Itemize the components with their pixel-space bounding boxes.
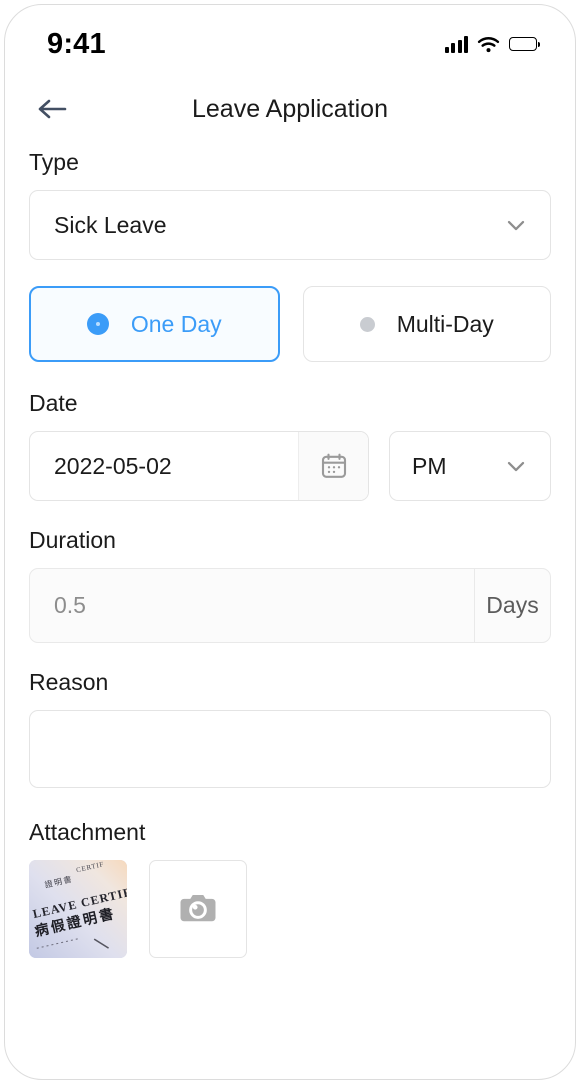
duration-input[interactable]: 0.5 Days	[29, 568, 551, 643]
date-label: Date	[29, 390, 78, 416]
duration-unit: Days	[474, 569, 550, 642]
status-clock: 9:41	[47, 27, 106, 60]
phone-frame: 9:41 Leave Application Type Sick Leave O…	[4, 4, 576, 1080]
reason-label: Reason	[29, 669, 109, 695]
type-field-group: Type Sick Leave	[29, 149, 551, 260]
duration-value: 0.5	[54, 592, 86, 618]
date-value: 2022-05-02	[54, 452, 172, 479]
reason-input[interactable]	[29, 710, 551, 788]
battery-full-icon	[509, 37, 540, 51]
wifi-icon	[477, 36, 500, 52]
status-bar: 9:41	[5, 23, 575, 65]
ampm-value: PM	[412, 452, 447, 479]
chevron-down-icon	[507, 220, 525, 231]
attachment-field-group: Attachment LEAVE CERTIFI 病假證明書 證明書 CERTI…	[29, 819, 551, 958]
reason-field-group: Reason	[29, 669, 551, 793]
attachment-list: LEAVE CERTIFI 病假證明書 證明書 CERTIF	[29, 860, 551, 958]
leave-application-form: Type Sick Leave One Day Multi-Day Date 2…	[5, 149, 575, 984]
attachment-label: Attachment	[29, 819, 146, 845]
attachment-thumbnail[interactable]: LEAVE CERTIFI 病假證明書 證明書 CERTIF	[29, 860, 127, 958]
type-value: Sick Leave	[54, 211, 167, 238]
app-header: Leave Application	[5, 83, 575, 135]
camera-icon	[180, 895, 216, 922]
radio-option-one-day[interactable]: One Day	[29, 286, 280, 362]
duration-label: Duration	[29, 527, 116, 553]
radio-selected-icon	[86, 313, 109, 335]
duration-field-group: Duration 0.5 Days	[29, 527, 551, 643]
date-row: 2022-05-02 PM	[29, 431, 551, 501]
cellular-signal-icon	[444, 35, 468, 53]
leave-certificate-photo: LEAVE CERTIFI 病假證明書 證明書 CERTIF	[29, 860, 127, 958]
radio-unselected-icon	[359, 316, 375, 332]
date-input[interactable]: 2022-05-02	[29, 431, 369, 501]
calendar-icon	[321, 453, 346, 478]
calendar-picker-button[interactable]	[298, 432, 368, 500]
radio-option-multi-day[interactable]: Multi-Day	[302, 286, 551, 362]
radio-option-one-day-label: One Day	[130, 310, 222, 337]
add-attachment-button[interactable]	[149, 860, 247, 958]
page-title: Leave Application	[192, 95, 388, 123]
date-field-group: Date 2022-05-02 PM	[29, 390, 551, 501]
ampm-select[interactable]: PM	[389, 431, 551, 501]
type-select[interactable]: Sick Leave	[29, 190, 551, 260]
chevron-down-icon	[507, 461, 525, 472]
status-icon-group	[444, 35, 540, 53]
radio-option-multi-day-label: Multi-Day	[396, 310, 494, 337]
type-label: Type	[29, 149, 79, 175]
leave-span-radio-group: One Day Multi-Day	[29, 286, 551, 362]
